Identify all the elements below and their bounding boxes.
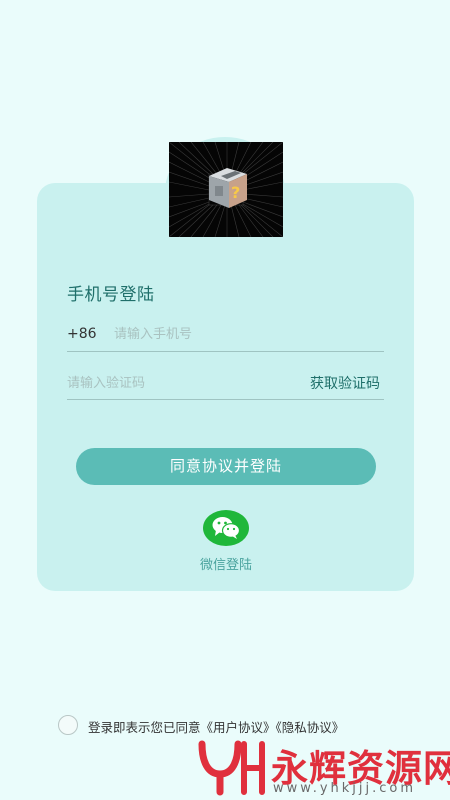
user-agreement-link[interactable]: 《用户协议》: [201, 720, 276, 735]
wechat-login-label: 微信登陆: [199, 558, 252, 573]
mystery-box-icon: ?: [169, 142, 283, 237]
agree-and-login-button[interactable]: 同意协议并登陆: [76, 448, 376, 485]
wechat-icon: [212, 517, 241, 539]
agreement-prefix: 登录即表示您已同意: [88, 720, 201, 735]
country-code[interactable]: +86: [67, 326, 97, 342]
site-watermark: 永辉资源网 www.yhkjjj.com: [198, 736, 450, 800]
agreement-text: 登录即表示您已同意《用户协议》《隐私协议》: [88, 717, 344, 736]
watermark-url: www.yhkjjj.com: [273, 781, 417, 796]
code-row: 获取验证码: [67, 366, 384, 400]
phone-row: +86: [67, 318, 384, 352]
verification-code-input[interactable]: [67, 373, 267, 393]
svg-text:?: ?: [231, 183, 240, 202]
phone-input[interactable]: [114, 324, 374, 344]
watermark-logo-icon: [198, 740, 265, 796]
wechat-login-button[interactable]: [203, 510, 249, 546]
privacy-agreement-link[interactable]: 《隐私协议》: [276, 720, 345, 735]
get-code-button[interactable]: 获取验证码: [310, 373, 380, 393]
login-title: 手机号登陆: [67, 285, 155, 305]
agreement-checkbox[interactable]: [58, 715, 78, 735]
app-logo: ?: [169, 142, 283, 237]
